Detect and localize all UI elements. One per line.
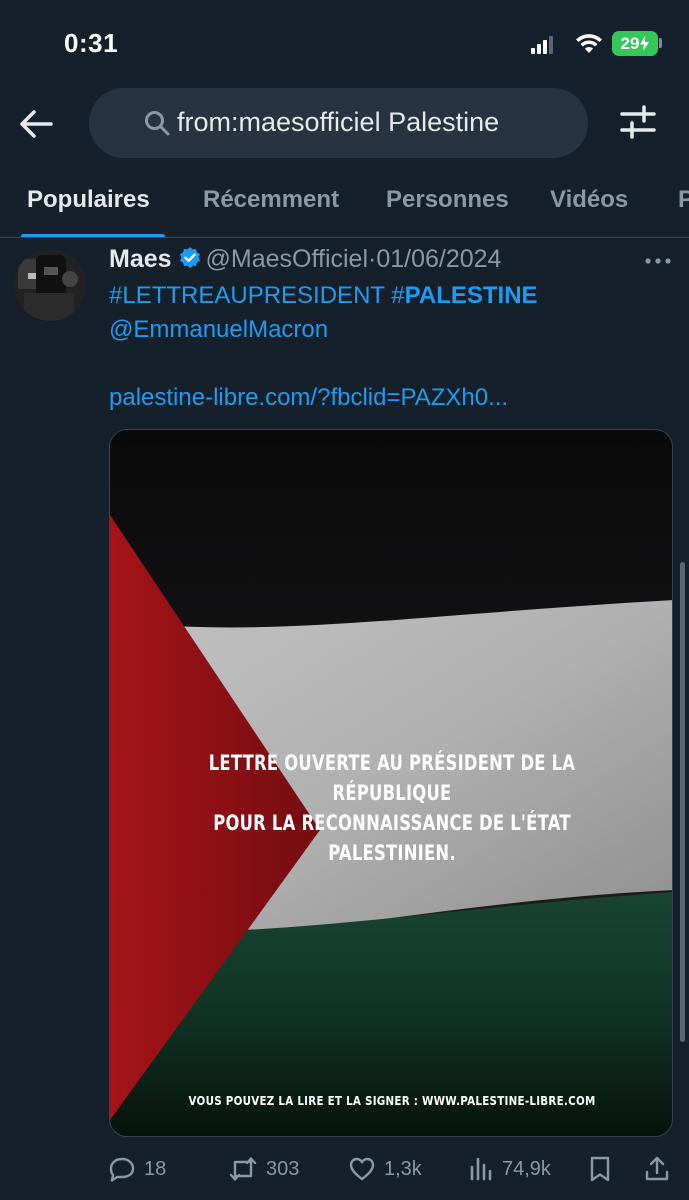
tab-videos[interactable]: Vidéos: [550, 186, 628, 214]
more-dots-icon: [645, 258, 671, 264]
author-handle[interactable]: @MaesOfficiel: [206, 245, 368, 273]
author-name[interactable]: Maes: [109, 245, 172, 273]
repost-count: 303: [266, 1157, 300, 1180]
reply-icon: [109, 1157, 135, 1182]
hashtag-lettreaupresident[interactable]: #LETTREAUPRESIDENT: [109, 282, 385, 309]
tweet-header: Maes @MaesOfficiel·01/06/2024: [109, 245, 501, 275]
tab-personnes[interactable]: Personnes: [386, 186, 509, 214]
like-button[interactable]: 1,3k: [348, 1151, 422, 1187]
cellular-signal-icon: [531, 36, 553, 54]
tweet-date[interactable]: 01/06/2024: [376, 245, 501, 273]
avatar-image: [14, 249, 86, 321]
scrollbar[interactable]: [680, 562, 685, 1042]
search-icon: [145, 111, 170, 136]
tweet-actions: 18 303 1,3k 74,9k: [0, 1151, 689, 1187]
more-options-button[interactable]: [640, 249, 676, 273]
tweet-media-image[interactable]: LETTRE OUVERTE AU PRÉSIDENT DE LA RÉPUBL…: [109, 429, 673, 1137]
avatar[interactable]: [14, 249, 86, 321]
back-arrow-icon: [20, 110, 53, 138]
verified-badge-icon: [179, 247, 200, 268]
battery-indicator: 29: [612, 31, 658, 56]
media-headline-line2: POUR LA RECONNAISSANCE DE L'ÉTAT PALESTI…: [213, 811, 571, 865]
search-query: from:maesofficiel Palestine: [177, 107, 500, 137]
search-tabs: Populaires Récemment Personnes Vidéos P: [0, 170, 689, 238]
hashtag-palestine[interactable]: #PALESTINE: [391, 282, 537, 309]
repost-icon: [229, 1157, 257, 1181]
battery-nub: [659, 38, 662, 48]
tab-recemment[interactable]: Récemment: [203, 186, 339, 214]
tweet-link[interactable]: palestine-libre.com/?fbclid=PAZXh0...: [109, 384, 508, 411]
status-bar: 0:31 29: [0, 0, 689, 88]
bookmark-icon: [590, 1156, 610, 1182]
tab-more-truncated[interactable]: P: [678, 186, 689, 214]
media-headline-line1: LETTRE OUVERTE AU PRÉSIDENT DE LA RÉPUBL…: [208, 751, 576, 805]
view-count: 74,9k: [502, 1157, 551, 1180]
sliders-icon: [620, 105, 656, 139]
hashtag-highlighted-term: PALESTINE: [404, 282, 538, 309]
share-button[interactable]: [644, 1151, 678, 1187]
media-headline: LETTRE OUVERTE AU PRÉSIDENT DE LA RÉPUBL…: [172, 748, 612, 868]
battery-level: 29: [620, 33, 640, 53]
reply-count: 18: [144, 1157, 167, 1180]
screen: 0:31 29 from:maesofficiel Palestine Popu…: [0, 0, 689, 1200]
views-button[interactable]: 74,9k: [468, 1151, 551, 1187]
bookmark-button[interactable]: [588, 1151, 620, 1187]
tab-populaires[interactable]: Populaires: [27, 186, 150, 214]
media-footer-text: VOUS POUVEZ LA LIRE ET LA SIGNER : WWW.P…: [188, 1094, 596, 1108]
like-count: 1,3k: [384, 1157, 422, 1180]
search-filters-button[interactable]: [618, 102, 662, 146]
status-time: 0:31: [64, 28, 119, 58]
repost-button[interactable]: 303: [228, 1151, 299, 1187]
search-input[interactable]: from:maesofficiel Palestine: [89, 88, 588, 158]
search-header: from:maesofficiel Palestine: [0, 88, 689, 160]
active-tab-indicator: [21, 234, 165, 237]
wifi-icon: [576, 34, 602, 53]
hashtag-prefix: #: [391, 282, 405, 309]
heart-icon: [349, 1157, 375, 1181]
tweet-text: #LETTREAUPRESIDENT #PALESTINE @EmmanuelM…: [109, 279, 669, 415]
views-chart-icon: [470, 1157, 492, 1181]
share-icon: [645, 1156, 669, 1181]
back-button[interactable]: [14, 102, 58, 146]
charging-bolt-icon: [640, 36, 650, 51]
tweet[interactable]: Maes @MaesOfficiel·01/06/2024 #LETTREAUP…: [0, 239, 689, 1200]
reply-button[interactable]: 18: [108, 1151, 166, 1187]
mention-emmanuelmacron[interactable]: @EmmanuelMacron: [109, 316, 328, 343]
